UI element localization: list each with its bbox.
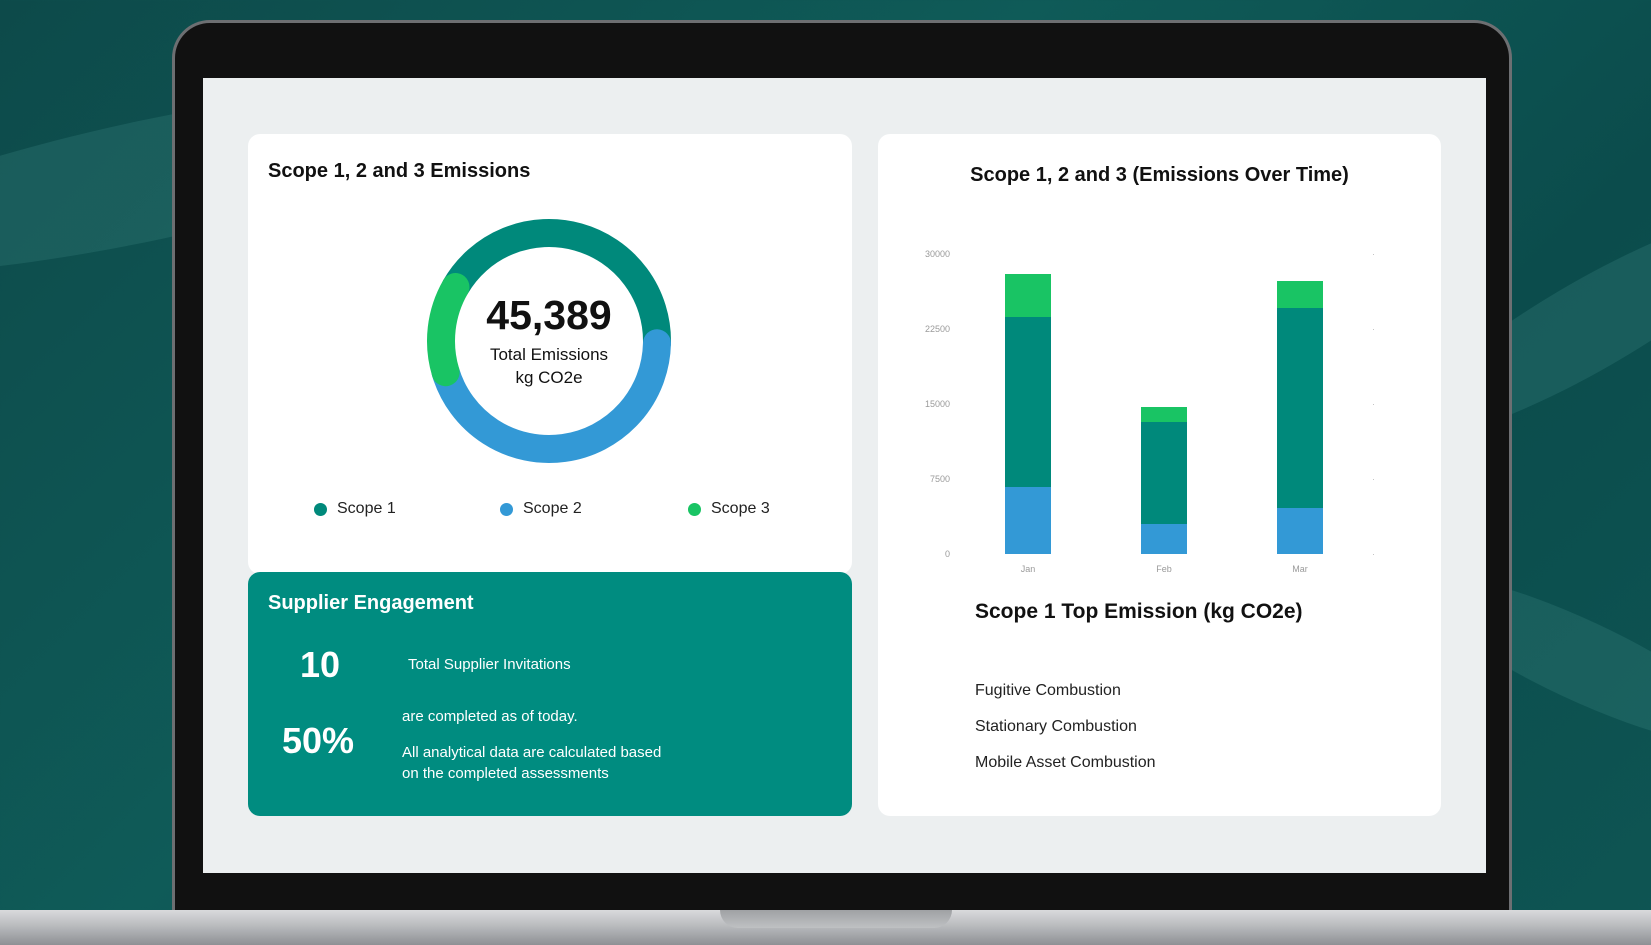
bar-mar-segment-1[interactable] xyxy=(1277,308,1323,508)
legend-label-scope-3: Scope 3 xyxy=(711,500,770,517)
bar-feb-segment-2[interactable] xyxy=(1141,407,1187,422)
bar-feb-segment-0[interactable] xyxy=(1141,524,1187,554)
legend-label-scope-2: Scope 2 xyxy=(523,500,582,517)
legend-item-scope-2[interactable]: Scope 2 xyxy=(500,500,582,518)
bar-mar-segment-0[interactable] xyxy=(1277,508,1323,554)
total-emissions-label: Total Emissions kg CO2e xyxy=(490,344,608,388)
total-emissions-label-line2: kg CO2e xyxy=(515,367,583,387)
total-emissions-value: 45,389 xyxy=(486,292,612,339)
top-emission-item: Stationary Combustion xyxy=(975,718,1137,735)
donut-card-title: Scope 1, 2 and 3 Emissions xyxy=(268,160,531,182)
top-emission-item: Fugitive Combustion xyxy=(975,682,1121,699)
y-tick-mark-right: · xyxy=(1372,399,1375,409)
y-tick-mark-right: · xyxy=(1372,474,1375,484)
top-emission-title: Scope 1 Top Emission (kg CO2e) xyxy=(975,600,1303,623)
total-emissions-label-line1: Total Emissions xyxy=(489,345,609,365)
assessment-note: All analytical data are calculated based… xyxy=(402,742,661,784)
y-tick-label: 7500 xyxy=(930,474,950,484)
bar-feb-segment-1[interactable] xyxy=(1141,422,1187,524)
assessment-note-line2: on the completed assessments xyxy=(402,765,609,782)
emissions-over-time-chart: 0 · 7500 · 15000 · 22500 · 30000 · Jan Feb Mar xyxy=(925,249,1375,574)
laptop-notch xyxy=(720,910,952,928)
legend-item-scope-1[interactable]: Scope 1 xyxy=(314,500,396,518)
invitations-label: Total Supplier Invitations xyxy=(408,656,571,673)
x-tick-label: Mar xyxy=(1292,564,1308,574)
assessment-note-line1: All analytical data are calculated based xyxy=(402,744,662,761)
invitations-count: 10 xyxy=(300,644,341,685)
supplier-card-title: Supplier Engagement xyxy=(268,592,474,614)
legend-dot-scope-1 xyxy=(314,502,327,516)
y-tick-label: 15000 xyxy=(925,399,950,409)
y-tick-mark-right: · xyxy=(1372,249,1375,259)
legend-label-scope-1: Scope 1 xyxy=(337,500,396,517)
legend-dot-scope-3 xyxy=(688,502,701,516)
bar-mar-segment-2[interactable] xyxy=(1277,281,1323,308)
bar-chart-title: Scope 1, 2 and 3 (Emissions Over Time) xyxy=(970,164,1349,186)
y-tick-mark-right: · xyxy=(1372,549,1375,559)
x-tick-label: Feb xyxy=(1156,564,1172,574)
legend-dot-scope-2 xyxy=(500,502,513,516)
bar-jan-segment-2[interactable] xyxy=(1005,274,1051,317)
emissions-donut-card: Scope 1, 2 and 3 Emissions 45,389 Total … xyxy=(248,134,852,574)
emissions-donut-chart: 45,389 Total Emissions kg CO2e xyxy=(420,212,678,470)
bar-jan-segment-1[interactable] xyxy=(1005,317,1051,487)
y-tick-mark-right: · xyxy=(1372,324,1375,334)
top-emission-item: Mobile Asset Combustion xyxy=(975,754,1156,771)
legend-item-scope-3[interactable]: Scope 3 xyxy=(688,500,770,518)
completed-percent: 50% xyxy=(282,720,355,761)
donut-legend: Scope 1 Scope 2 Scope 3 xyxy=(248,500,852,524)
x-tick-label: Jan xyxy=(1021,564,1036,574)
emissions-over-time-card: Scope 1, 2 and 3 (Emissions Over Time) 0… xyxy=(878,134,1441,816)
y-tick-label: 0 xyxy=(945,549,950,559)
donut-center: 45,389 Total Emissions kg CO2e xyxy=(420,212,678,470)
y-tick-label: 30000 xyxy=(925,249,950,259)
y-tick-label: 22500 xyxy=(925,324,950,334)
supplier-engagement-card: Supplier Engagement 10 Total Supplier In… xyxy=(248,572,852,816)
bar-jan-segment-0[interactable] xyxy=(1005,487,1051,554)
completed-label: are completed as of today. xyxy=(402,708,578,725)
